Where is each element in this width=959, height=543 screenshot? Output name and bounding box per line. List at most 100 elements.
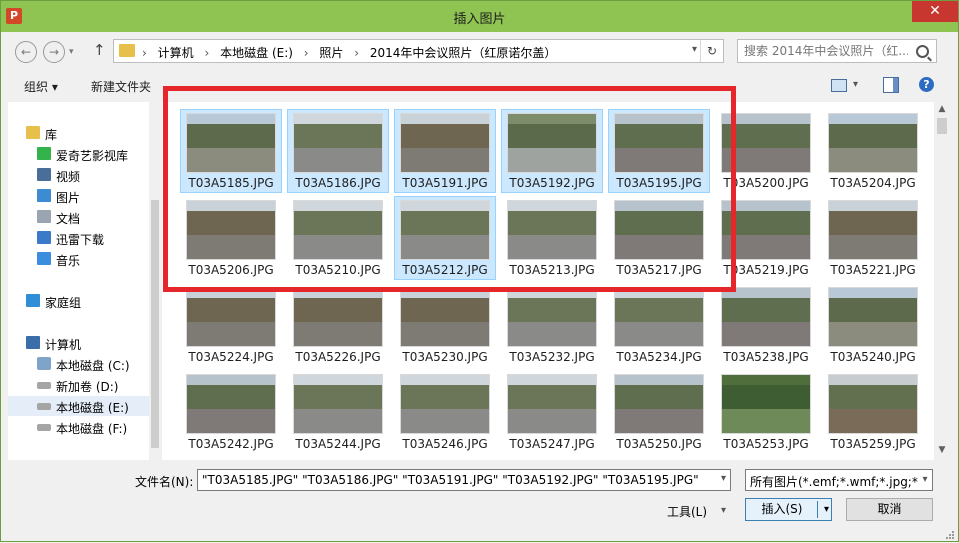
insert-button[interactable]: 插入(S) ▾ [745, 498, 832, 521]
back-button[interactable]: ← [15, 41, 37, 63]
file-list-scrollbar[interactable]: ▲ ▼ [934, 102, 950, 460]
sidebar-item[interactable]: 计算机 [8, 333, 149, 353]
file-item[interactable]: T03A5221.JPG [822, 196, 924, 280]
file-item[interactable]: T03A5240.JPG [822, 283, 924, 367]
breadcrumb-drive-e[interactable]: 本地磁盘 (E:) [220, 46, 293, 60]
thumbnail-mtn [829, 385, 917, 409]
sidebar-item[interactable]: 文档 [8, 207, 149, 227]
file-item[interactable]: T03A5242.JPG [180, 370, 282, 454]
computer-icon [26, 336, 40, 349]
scroll-up-arrow-icon[interactable]: ▲ [934, 104, 950, 114]
filename-dropdown[interactable]: ▾ [721, 473, 726, 484]
scroll-down-arrow-icon[interactable]: ▼ [934, 445, 950, 455]
thumbnail-mtn [615, 298, 703, 322]
search-input[interactable] [744, 42, 908, 60]
sidebar-item[interactable]: 本地磁盘 (F:) [8, 417, 149, 437]
pictures-icon [37, 189, 51, 202]
sidebar-item[interactable]: 视频 [8, 165, 149, 185]
navigation-pane: 库爱奇艺影视库 视频 图片 文档 迅雷下载 音乐家庭组计算机 本地磁盘 (C:) 新加卷 (D… [8, 102, 149, 460]
thumbnail-mtn [187, 385, 275, 409]
breadcrumb-computer[interactable]: 计算机 [158, 46, 194, 60]
file-item[interactable]: T03A5238.JPG [715, 283, 817, 367]
address-bar[interactable]: › 计算机 › 本地磁盘 (E:) › 照片 › 2014年中会议照片（红原诺尔… [113, 39, 724, 63]
file-item[interactable]: T03A5259.JPG [822, 370, 924, 454]
file-name: T03A5259.JPG [830, 437, 916, 451]
file-name: T03A5253.JPG [723, 437, 809, 451]
scrollbar-thumb[interactable] [151, 200, 159, 448]
file-name: T03A5224.JPG [188, 350, 274, 364]
filename-label: 文件名(N): [135, 475, 194, 489]
thumbnail-road [829, 408, 917, 433]
sidebar-item[interactable]: 库 [8, 123, 149, 143]
new-folder-button[interactable]: 新建文件夹 [91, 78, 151, 95]
photo-thumbnail [400, 287, 490, 347]
scrollbar-thumb[interactable] [937, 118, 947, 134]
file-item[interactable]: T03A5247.JPG [501, 370, 603, 454]
thumbnail-mtn [187, 298, 275, 322]
help-icon[interactable]: ? [919, 77, 934, 92]
file-item[interactable]: T03A5253.JPG [715, 370, 817, 454]
file-item[interactable]: T03A5250.JPG [608, 370, 710, 454]
sidebar-item[interactable]: 家庭组 [8, 291, 149, 311]
photo-thumbnail [828, 374, 918, 434]
thumbnail-mtn [508, 298, 596, 322]
breadcrumb-current-folder[interactable]: 2014年中会议照片（红原诺尔盖） [370, 46, 557, 60]
filename-combobox[interactable]: ▾ [197, 469, 731, 491]
navigation-pane-scrollbar[interactable] [149, 102, 161, 460]
resize-grip-icon[interactable] [945, 530, 955, 540]
photo-thumbnail [186, 374, 276, 434]
file-item[interactable]: T03A5230.JPG [394, 283, 496, 367]
preview-pane-icon[interactable] [883, 77, 899, 93]
dialog-footer: 文件名(N): ▾ 所有图片(*.emf;*.wmf;*.jpg;*.jp ▾ … [1, 460, 958, 543]
file-item[interactable]: T03A5226.JPG [287, 283, 389, 367]
view-dropdown[interactable]: ▾ [853, 79, 858, 90]
thumbnail-mtn [401, 298, 489, 322]
thumbnail-mtn [401, 385, 489, 409]
thumbnail-road [508, 321, 596, 346]
thumbnail-mtn [615, 385, 703, 409]
sidebar-item[interactable]: 本地磁盘 (E:) [8, 396, 149, 416]
close-button[interactable]: ✕ [912, 1, 958, 22]
file-item[interactable]: T03A5234.JPG [608, 283, 710, 367]
file-name: T03A5226.JPG [295, 350, 381, 364]
search-box[interactable] [737, 39, 937, 63]
photo-thumbnail [293, 287, 383, 347]
address-dropdown[interactable]: ▾ [692, 44, 697, 55]
sidebar-item[interactable]: 本地磁盘 (C:) [8, 354, 149, 374]
homegroup-icon [26, 294, 40, 307]
file-item[interactable]: T03A5224.JPG [180, 283, 282, 367]
file-item[interactable]: T03A5244.JPG [287, 370, 389, 454]
file-type-select[interactable]: 所有图片(*.emf;*.wmf;*.jpg;*.jp ▾ [745, 469, 933, 491]
file-item[interactable]: T03A5232.JPG [501, 283, 603, 367]
sidebar-item-label: 库 [45, 128, 58, 142]
tools-dropdown[interactable]: ▾ [721, 505, 726, 516]
cancel-button[interactable]: 取消 [846, 498, 933, 521]
sidebar-item[interactable]: 爱奇艺影视库 [8, 144, 149, 164]
breadcrumb-photos[interactable]: 照片 [319, 46, 343, 60]
filename-input[interactable] [202, 472, 707, 488]
forward-button[interactable]: → [43, 41, 65, 63]
photo-thumbnail [614, 374, 704, 434]
thumbnail-road [829, 147, 917, 172]
tools-menu[interactable]: 工具(L) [667, 503, 707, 520]
sidebar-item[interactable]: 新加卷 (D:) [8, 375, 149, 395]
search-icon[interactable] [916, 45, 929, 58]
insert-picture-dialog: P 插入图片 ✕ ← → ▾ ↑ › 计算机 › 本地磁盘 (E:) › 照片 … [0, 0, 959, 542]
sidebar-item[interactable]: 音乐 [8, 249, 149, 269]
insert-options-dropdown[interactable]: ▾ [824, 499, 829, 520]
recent-locations-dropdown[interactable]: ▾ [69, 47, 74, 57]
file-item[interactable]: T03A5246.JPG [394, 370, 496, 454]
up-button[interactable]: ↑ [93, 41, 106, 59]
thumbnail-mtn [508, 385, 596, 409]
change-view-icon[interactable] [831, 79, 847, 92]
file-name: T03A5204.JPG [830, 176, 916, 190]
file-item[interactable]: T03A5204.JPG [822, 109, 924, 193]
photo-thumbnail [828, 200, 918, 260]
organize-menu[interactable]: 组织 ▾ [24, 78, 58, 95]
sidebar-item[interactable]: 图片 [8, 186, 149, 206]
file-name: T03A5230.JPG [402, 350, 488, 364]
file-type-dropdown[interactable]: ▾ [918, 470, 932, 490]
sidebar-item[interactable]: 迅雷下载 [8, 228, 149, 248]
thumbnail-mtn [829, 211, 917, 235]
refresh-button[interactable]: ↻ [700, 40, 723, 62]
